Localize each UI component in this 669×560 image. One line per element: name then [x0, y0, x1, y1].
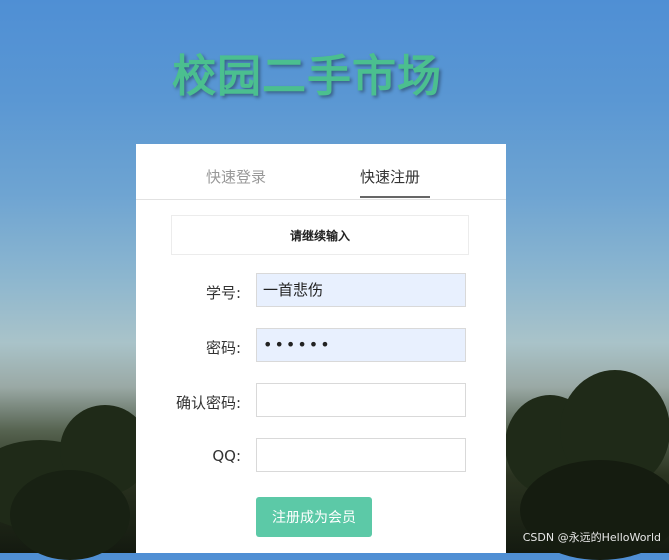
confirm-password-field[interactable]: [256, 383, 466, 417]
status-message: 请继续输入: [171, 215, 469, 255]
active-tab-indicator: [360, 196, 430, 198]
site-title: 校园二手市场: [172, 51, 442, 102]
password-field[interactable]: ••••••: [256, 328, 466, 362]
qq-label: QQ:: [212, 447, 241, 465]
register-panel: 快速登录 快速注册 请继续输入 学号: 一首悲伤 密码: •••••• 确认密码…: [136, 144, 506, 553]
student-id-label: 学号:: [205, 284, 241, 302]
register-button[interactable]: 注册成为会员: [256, 497, 372, 537]
tab-bar: 快速登录 快速注册: [136, 144, 506, 200]
qq-field[interactable]: [256, 438, 466, 472]
tab-quick-login[interactable]: 快速登录: [206, 166, 266, 187]
student-id-field[interactable]: 一首悲伤: [256, 273, 466, 307]
tab-quick-register[interactable]: 快速注册: [360, 166, 420, 187]
watermark-text: CSDN @永远的HelloWorld: [522, 531, 661, 544]
password-label: 密码:: [205, 339, 241, 357]
confirm-password-label: 确认密码:: [175, 394, 241, 412]
